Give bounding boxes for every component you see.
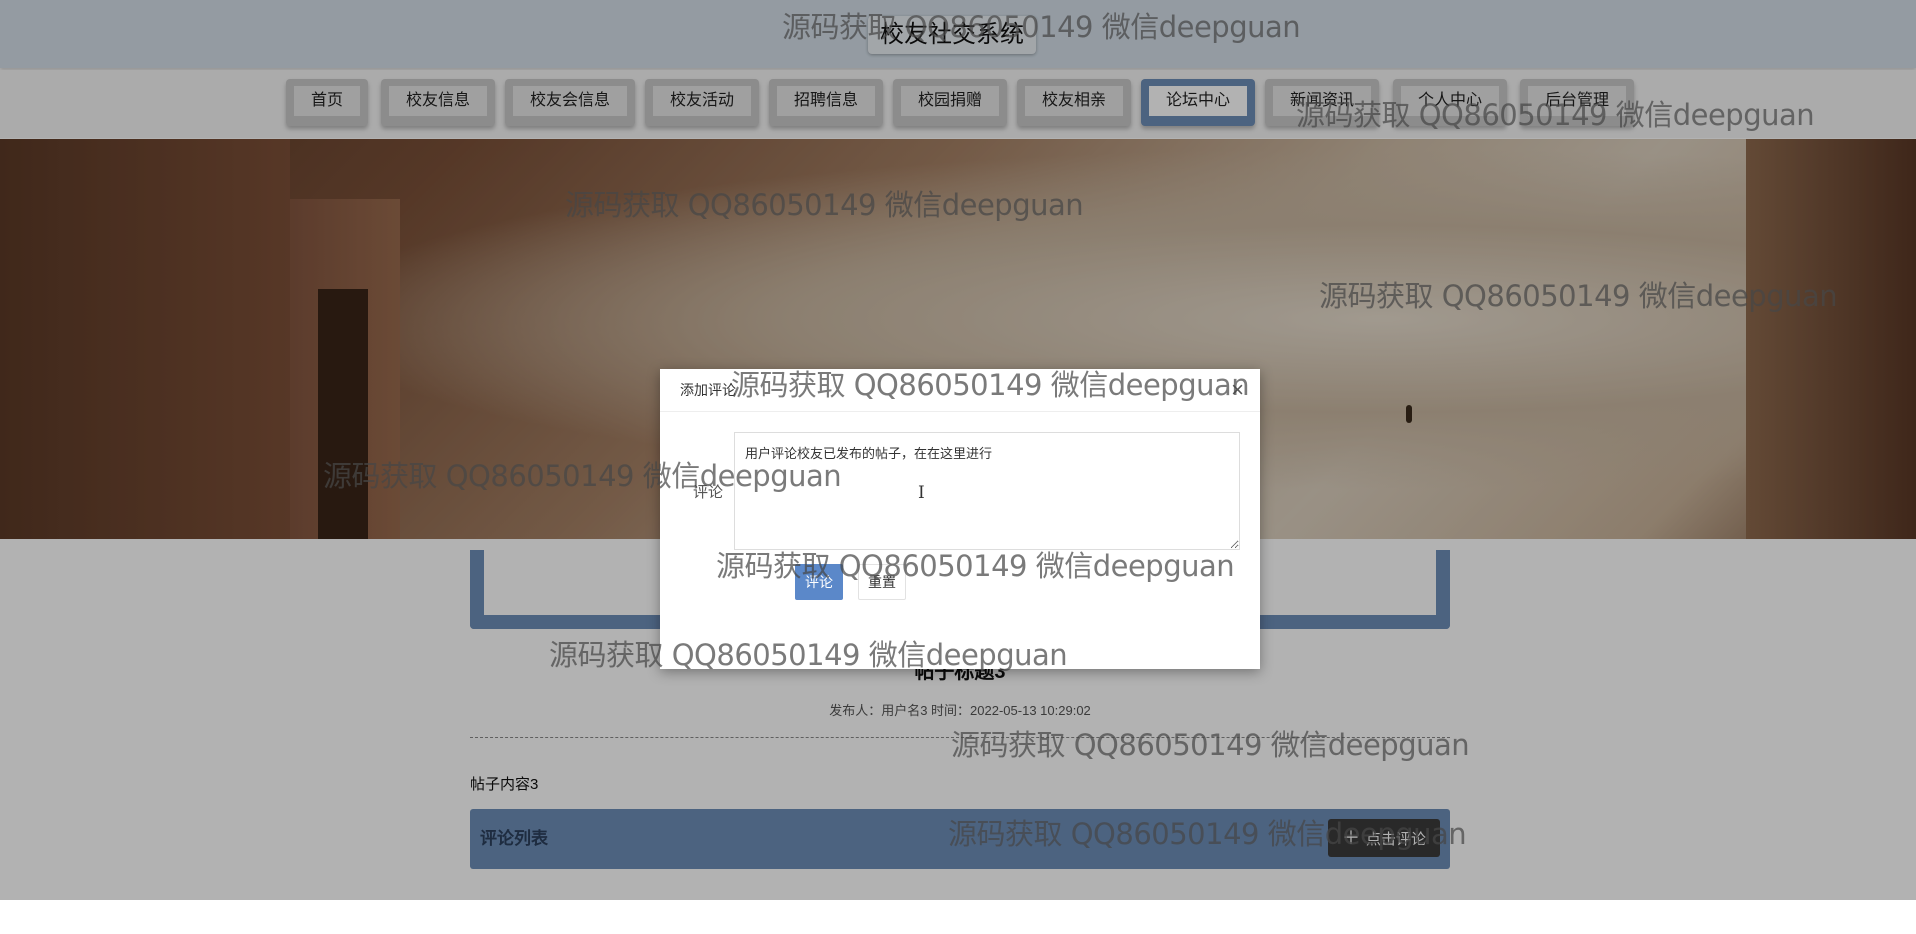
add-comment-dialog: 添加评论 × 评论 用户评论校友已发布的帖子，在在这里进行 I 评论 重置 (660, 369, 1260, 669)
comment-textarea[interactable]: 用户评论校友已发布的帖子，在在这里进行 (734, 432, 1240, 550)
dialog-title: 添加评论 (680, 382, 736, 398)
comment-field-label: 评论 (693, 484, 724, 501)
page-footer-area (0, 900, 1916, 934)
reset-button[interactable]: 重置 (858, 564, 906, 600)
close-icon[interactable]: × (1231, 369, 1244, 411)
dialog-header: 添加评论 × (660, 369, 1260, 412)
text-cursor-icon: I (918, 483, 925, 503)
submit-comment-button[interactable]: 评论 (795, 564, 843, 600)
